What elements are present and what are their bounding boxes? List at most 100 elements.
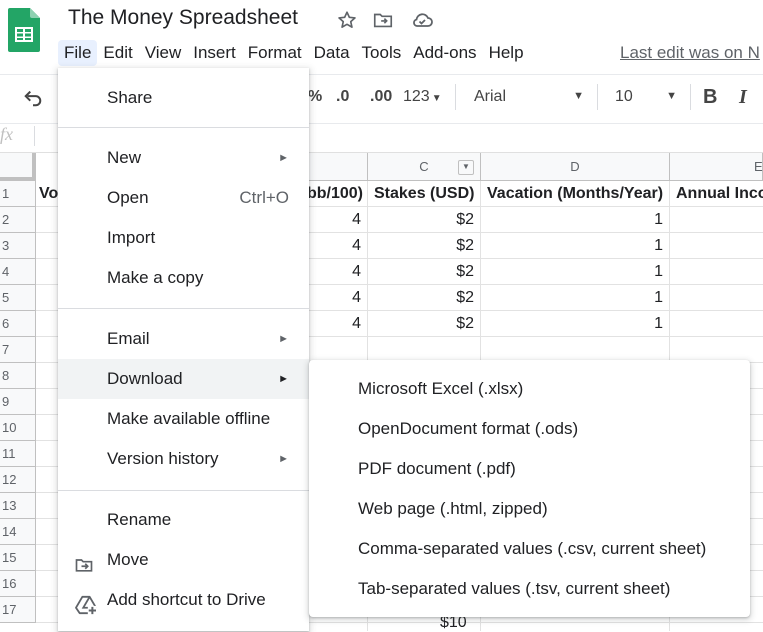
menu-edit[interactable]: Edit: [97, 40, 138, 66]
download-tsv[interactable]: Tab-separated values (.tsv, current shee…: [309, 569, 750, 609]
cell-b[interactable]: 4: [308, 285, 368, 311]
file-menu: Share New ► Open Ctrl+O Import Make a copy…: [58, 68, 309, 631]
row-header[interactable]: 16: [0, 571, 36, 597]
menu-item-version-history[interactable]: Version history ►: [58, 439, 309, 479]
cell-d[interactable]: 1: [481, 233, 670, 259]
row-header[interactable]: 14: [0, 519, 36, 545]
increase-decimal-button[interactable]: .00: [370, 88, 392, 106]
row-header[interactable]: 10: [0, 415, 36, 441]
menubar: File Edit View Insert Format Data Tools …: [58, 40, 530, 66]
cell-c[interactable]: $2: [368, 207, 481, 233]
cell-d[interactable]: 1: [481, 207, 670, 233]
cell-c[interactable]: $2: [368, 311, 481, 337]
cell-b[interactable]: 4: [308, 207, 368, 233]
row-header[interactable]: 12: [0, 467, 36, 493]
cell-c[interactable]: $2: [368, 285, 481, 311]
cloud-status-icon[interactable]: [410, 9, 434, 31]
move-folder-icon[interactable]: [372, 9, 394, 31]
menu-item-rename[interactable]: Rename: [58, 500, 309, 540]
column-label: E: [754, 159, 763, 174]
row-header[interactable]: 1: [0, 181, 36, 207]
cell-c[interactable]: $2: [368, 259, 481, 285]
filter-icon[interactable]: ▼: [458, 160, 474, 175]
cell-d[interactable]: 1: [481, 259, 670, 285]
cell-b[interactable]: 4: [308, 259, 368, 285]
cell-c1[interactable]: Stakes (USD): [368, 181, 481, 207]
menu-format[interactable]: Format: [242, 40, 308, 66]
menu-item-label: Make available offline: [107, 409, 271, 428]
row-header[interactable]: 3: [0, 233, 36, 259]
decrease-decimal-button[interactable]: .0: [336, 88, 349, 106]
menu-tools[interactable]: Tools: [356, 40, 408, 66]
column-header-d[interactable]: D: [481, 153, 670, 181]
row-header[interactable]: 13: [0, 493, 36, 519]
select-all-corner[interactable]: [0, 153, 36, 181]
menu-file[interactable]: File: [58, 40, 98, 66]
row-header[interactable]: 15: [0, 545, 36, 571]
menu-item-share[interactable]: Share: [58, 78, 309, 118]
menu-item-open[interactable]: Open Ctrl+O: [58, 178, 309, 218]
font-size-select[interactable]: 10 ▼: [615, 88, 677, 106]
menu-item-move[interactable]: Move: [58, 540, 309, 580]
column-header-b[interactable]: [308, 153, 368, 181]
menu-item-make-copy[interactable]: Make a copy: [58, 258, 309, 298]
menu-addons[interactable]: Add-ons: [407, 40, 482, 66]
cell-e[interactable]: [670, 311, 763, 337]
bold-button[interactable]: B: [703, 86, 717, 109]
document-title[interactable]: The Money Spreadsheet: [68, 6, 298, 30]
column-header-e[interactable]: E: [670, 153, 763, 181]
row-header[interactable]: 7: [0, 337, 36, 363]
italic-button[interactable]: I: [739, 86, 747, 109]
cell-d1[interactable]: Vacation (Months/Year): [481, 181, 670, 207]
menu-separator: [58, 127, 309, 128]
undo-icon[interactable]: [22, 88, 44, 108]
menu-item-offline[interactable]: Make available offline: [58, 399, 309, 439]
cell-e1[interactable]: Annual Inco: [670, 181, 763, 207]
formula-divider: [34, 126, 35, 146]
menu-item-new[interactable]: New ►: [58, 138, 309, 178]
number-format-button[interactable]: 123 ▼: [403, 88, 442, 106]
cell-c[interactable]: $2: [368, 233, 481, 259]
column-header-c[interactable]: C ▼: [368, 153, 481, 181]
cell-b[interactable]: 4: [308, 233, 368, 259]
menu-insert[interactable]: Insert: [187, 40, 242, 66]
menu-item-download[interactable]: Download ►: [58, 359, 309, 399]
download-csv[interactable]: Comma-separated values (.csv, current sh…: [309, 529, 750, 569]
cell-e[interactable]: [670, 285, 763, 311]
row-header[interactable]: 8: [0, 363, 36, 389]
row-header[interactable]: 6: [0, 311, 36, 337]
download-xlsx[interactable]: Microsoft Excel (.xlsx): [309, 369, 750, 409]
move-icon: [74, 550, 94, 572]
cell-e[interactable]: [670, 259, 763, 285]
menu-item-email[interactable]: Email ►: [58, 319, 309, 359]
menu-separator: [58, 490, 309, 491]
cell-e[interactable]: [670, 207, 763, 233]
font-family-select[interactable]: Arial ▼: [474, 88, 584, 106]
row-header[interactable]: 5: [0, 285, 36, 311]
download-submenu: Microsoft Excel (.xlsx) OpenDocument for…: [309, 360, 750, 617]
cell-e[interactable]: [670, 233, 763, 259]
percent-format-button[interactable]: %: [308, 88, 322, 106]
cell-d[interactable]: 1: [481, 285, 670, 311]
column-label: D: [570, 159, 580, 174]
cell-d[interactable]: 1: [481, 311, 670, 337]
row-header[interactable]: 9: [0, 389, 36, 415]
menu-help[interactable]: Help: [483, 40, 530, 66]
menu-data[interactable]: Data: [308, 40, 356, 66]
last-edit-link[interactable]: Last edit was on N: [620, 43, 760, 63]
download-pdf[interactable]: PDF document (.pdf): [309, 449, 750, 489]
star-icon[interactable]: [336, 9, 358, 31]
row-header[interactable]: 2: [0, 207, 36, 233]
row-header[interactable]: 4: [0, 259, 36, 285]
download-ods[interactable]: OpenDocument format (.ods): [309, 409, 750, 449]
cell-b[interactable]: 4: [308, 311, 368, 337]
menu-item-import[interactable]: Import: [58, 218, 309, 258]
sheets-logo-icon[interactable]: [8, 8, 40, 52]
menu-view[interactable]: View: [139, 40, 188, 66]
menu-item-add-shortcut[interactable]: Add shortcut to Drive: [58, 580, 309, 620]
row-header[interactable]: 17: [0, 597, 36, 623]
toolbar-divider: [597, 84, 598, 110]
download-html[interactable]: Web page (.html, zipped): [309, 489, 750, 529]
menu-item-label: Import: [107, 228, 156, 247]
row-header[interactable]: 11: [0, 441, 36, 467]
